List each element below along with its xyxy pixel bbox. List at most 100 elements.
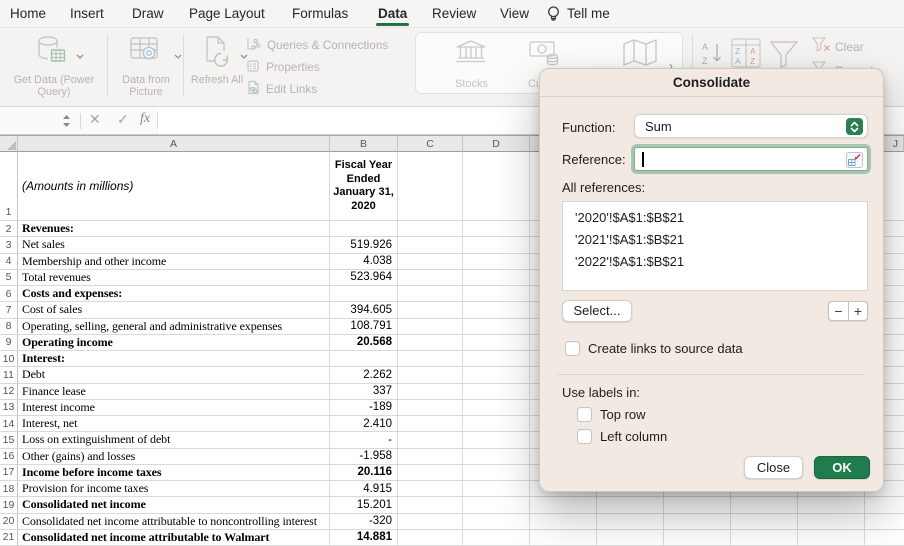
cell[interactable] <box>398 351 463 367</box>
cell[interactable] <box>463 254 530 270</box>
row-label-cell[interactable]: Cost of sales <box>18 302 330 318</box>
cell[interactable] <box>398 286 463 302</box>
row-header[interactable]: 8 <box>0 319 18 335</box>
cell[interactable] <box>597 530 664 546</box>
cell[interactable] <box>664 514 731 530</box>
row-header[interactable]: 12 <box>0 384 18 400</box>
cell[interactable] <box>530 530 597 546</box>
row-label-cell[interactable]: Interest: <box>18 351 330 367</box>
cell[interactable] <box>463 481 530 497</box>
select-all-corner[interactable] <box>0 136 18 152</box>
cell[interactable] <box>463 400 530 416</box>
cell[interactable] <box>398 152 463 221</box>
row-header[interactable]: 11 <box>0 367 18 383</box>
cell[interactable] <box>664 497 731 513</box>
row-value-cell[interactable]: -1.958 <box>330 449 398 465</box>
cell[interactable] <box>398 416 463 432</box>
cell[interactable] <box>463 270 530 286</box>
cell[interactable] <box>398 514 463 530</box>
menu-home[interactable]: Home <box>10 6 46 21</box>
cell[interactable] <box>731 530 798 546</box>
reference-item[interactable]: '2021'!$A$1:$B$21 <box>563 229 867 251</box>
cell[interactable] <box>463 319 530 335</box>
top-row-checkbox[interactable] <box>577 407 592 422</box>
row-value-cell[interactable]: 2.410 <box>330 416 398 432</box>
cell[interactable] <box>398 432 463 448</box>
cell[interactable] <box>398 335 463 351</box>
row-label-cell[interactable]: Consolidated net income attributable to … <box>18 514 330 530</box>
menu-tell-me[interactable]: Tell me <box>567 6 610 21</box>
cell[interactable] <box>597 514 664 530</box>
row-label-cell[interactable]: Consolidated net income <box>18 497 330 513</box>
cell-a1[interactable]: (Amounts in millions) <box>18 152 330 221</box>
cell[interactable] <box>597 497 664 513</box>
cell[interactable] <box>731 514 798 530</box>
row-value-cell[interactable]: -189 <box>330 400 398 416</box>
row-header[interactable]: 7 <box>0 302 18 318</box>
menu-view[interactable]: View <box>500 6 529 21</box>
row-value-cell[interactable]: 519.926 <box>330 237 398 253</box>
menu-draw[interactable]: Draw <box>132 6 164 21</box>
cell[interactable] <box>865 497 904 513</box>
cell[interactable] <box>731 497 798 513</box>
cell[interactable] <box>463 465 530 481</box>
row-label-cell[interactable]: Loss on extinguishment of debt <box>18 432 330 448</box>
row-header[interactable]: 5 <box>0 270 18 286</box>
cell[interactable] <box>463 416 530 432</box>
cell[interactable] <box>398 302 463 318</box>
reference-input[interactable] <box>634 147 868 171</box>
function-select[interactable]: Sum <box>634 114 868 138</box>
cell[interactable] <box>463 384 530 400</box>
row-header[interactable]: 15 <box>0 432 18 448</box>
menu-data-active[interactable]: Data <box>378 6 407 21</box>
row-label-cell[interactable]: Interest income <box>18 400 330 416</box>
row-header[interactable]: 3 <box>0 237 18 253</box>
menu-review[interactable]: Review <box>432 6 476 21</box>
row-label-cell[interactable]: Interest, net <box>18 416 330 432</box>
cell[interactable] <box>398 270 463 286</box>
cell[interactable] <box>798 497 865 513</box>
row-value-cell[interactable]: 523.964 <box>330 270 398 286</box>
column-header-c[interactable]: C <box>398 136 463 152</box>
row-header[interactable]: 9 <box>0 335 18 351</box>
cell[interactable] <box>463 335 530 351</box>
cell[interactable] <box>398 530 463 546</box>
row-label-cell[interactable]: Provision for income taxes <box>18 481 330 497</box>
row-label-cell[interactable]: Costs and expenses: <box>18 286 330 302</box>
row-header[interactable]: 19 <box>0 497 18 513</box>
close-button[interactable]: Close <box>744 456 803 479</box>
row-header[interactable]: 6 <box>0 286 18 302</box>
row-value-cell[interactable]: - <box>330 432 398 448</box>
row-label-cell[interactable]: Membership and other income <box>18 254 330 270</box>
row-label-cell[interactable]: Operating income <box>18 335 330 351</box>
row-value-cell[interactable] <box>330 351 398 367</box>
column-header-a[interactable]: A <box>18 136 330 152</box>
cell[interactable] <box>398 449 463 465</box>
row-header[interactable]: 18 <box>0 481 18 497</box>
cell[interactable] <box>398 221 463 237</box>
select-button[interactable]: Select... <box>562 300 632 322</box>
row-header[interactable]: 21 <box>0 530 18 546</box>
row-label-cell[interactable]: Other (gains) and losses <box>18 449 330 465</box>
ok-button[interactable]: OK <box>814 456 870 479</box>
row-label-cell[interactable]: Total revenues <box>18 270 330 286</box>
menu-formulas[interactable]: Formulas <box>292 6 348 21</box>
menu-page-layout[interactable]: Page Layout <box>189 6 265 21</box>
row-header[interactable]: 2 <box>0 221 18 237</box>
cell[interactable] <box>463 351 530 367</box>
row-value-cell[interactable] <box>330 221 398 237</box>
row-header[interactable]: 1 <box>0 152 18 221</box>
cell[interactable] <box>865 530 904 546</box>
row-value-cell[interactable]: 2.262 <box>330 367 398 383</box>
cell[interactable] <box>398 497 463 513</box>
row-header[interactable]: 14 <box>0 416 18 432</box>
row-label-cell[interactable]: Operating, selling, general and administ… <box>18 319 330 335</box>
range-selector-icon[interactable] <box>846 152 863 171</box>
cell[interactable] <box>798 514 865 530</box>
row-value-cell[interactable]: 20.116 <box>330 465 398 481</box>
row-label-cell[interactable]: Debt <box>18 367 330 383</box>
row-value-cell[interactable]: 394.605 <box>330 302 398 318</box>
row-header[interactable]: 16 <box>0 449 18 465</box>
references-listbox[interactable]: '2020'!$A$1:$B$21'2021'!$A$1:$B$21'2022'… <box>562 201 868 291</box>
cell-b1[interactable]: Fiscal Year Ended January 31, 2020 <box>330 152 398 221</box>
